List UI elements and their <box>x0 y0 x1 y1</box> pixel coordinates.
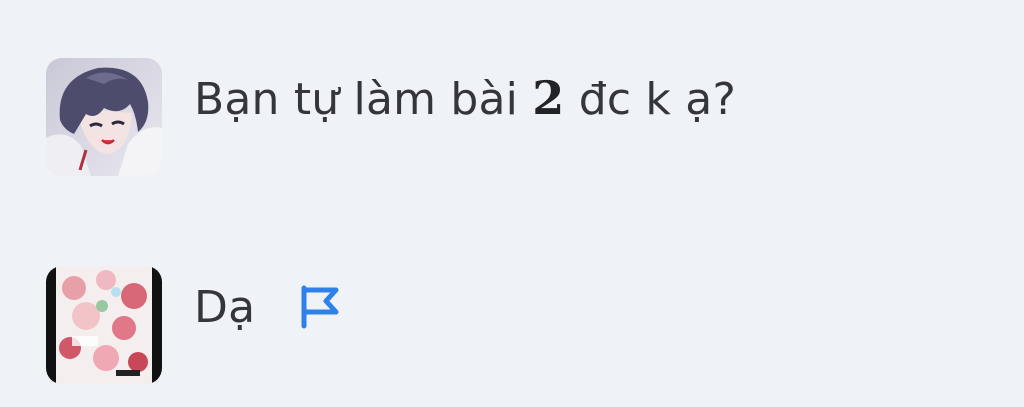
comment-text-part: Bạn tự làm bài <box>194 74 533 125</box>
avatar[interactable] <box>46 266 162 384</box>
comment-text: Bạn tự làm bài 2 đc k ạ? <box>194 68 736 130</box>
comment-item: Bạn tự làm bài 2 đc k ạ? <box>46 58 946 178</box>
comment-list: Bạn tự làm bài 2 đc k ạ? Dạ <box>0 0 1024 407</box>
avatar-anime-boy-image <box>46 58 162 176</box>
comment-item: Dạ <box>46 266 946 386</box>
flag-icon[interactable] <box>298 284 342 330</box>
math-number: 2 <box>532 71 565 125</box>
comment-text-part: đc k ạ? <box>564 74 736 125</box>
avatar-flower-image <box>46 266 162 384</box>
comment-text: Dạ <box>194 282 256 333</box>
avatar[interactable] <box>46 58 162 176</box>
